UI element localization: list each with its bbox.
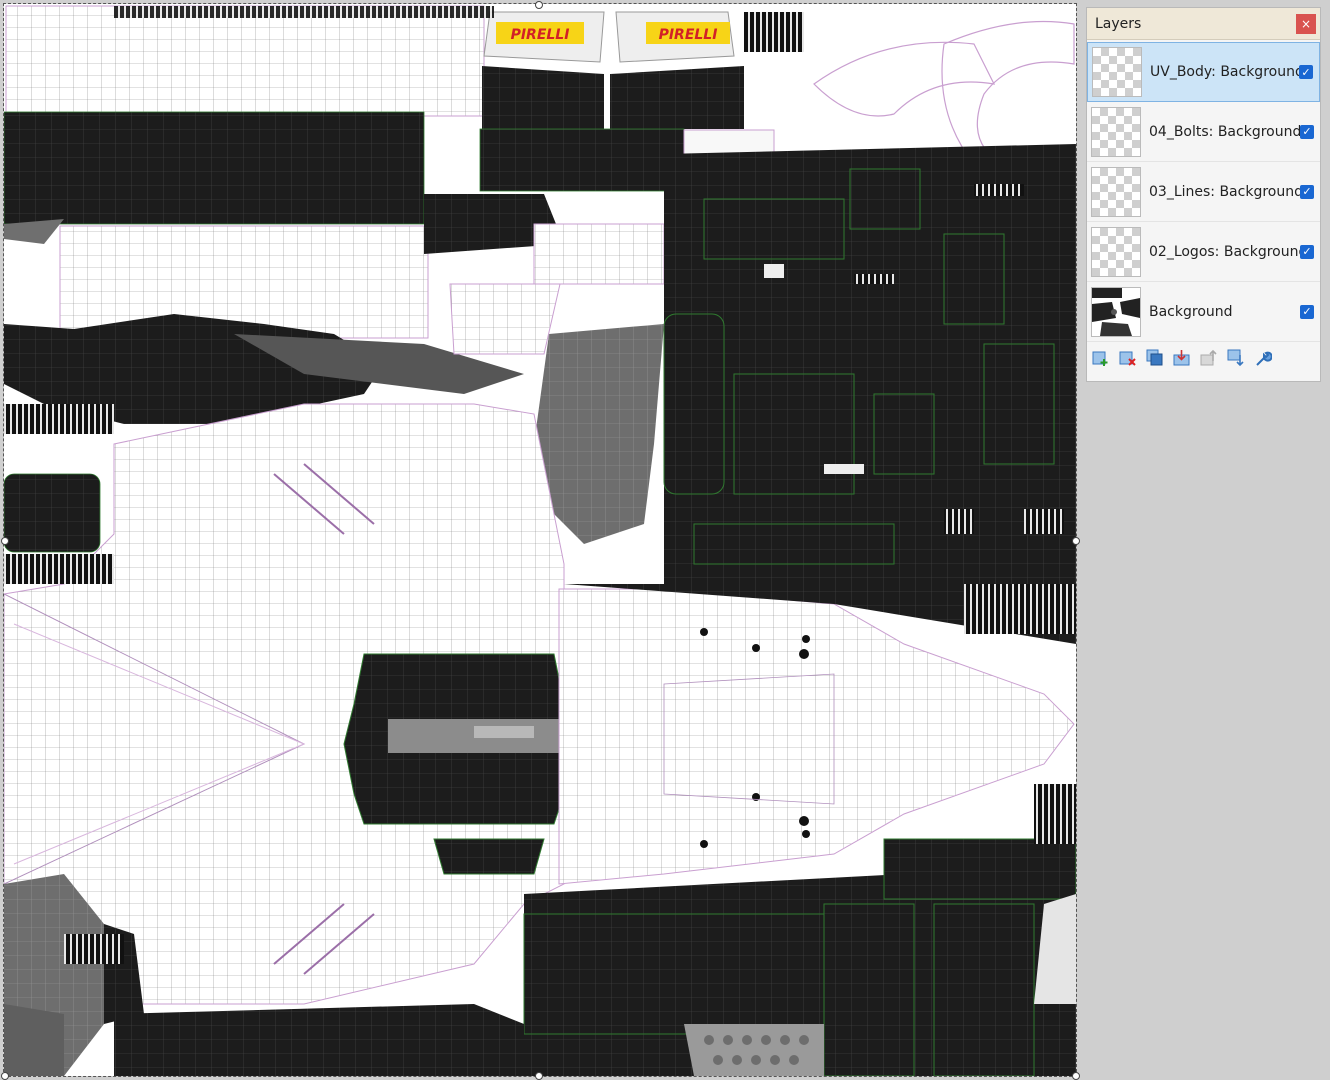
layers-toolbar	[1087, 342, 1320, 373]
layer-properties-icon[interactable]	[1253, 348, 1272, 367]
layer-visibility-checkbox[interactable]: ✓	[1300, 244, 1314, 259]
layer-list: UV_Body: Background ✓ 04_Bolts: Backgrou…	[1087, 40, 1320, 342]
layer-row-logos[interactable]: 02_Logos: Background ✓	[1087, 222, 1320, 282]
delete-layer-icon[interactable]	[1118, 348, 1137, 367]
layer-name: UV_Body: Background	[1150, 64, 1299, 80]
selection-handle-bottom[interactable]	[535, 1072, 543, 1080]
layer-visibility-checkbox[interactable]: ✓	[1300, 304, 1314, 319]
duplicate-layer-icon[interactable]	[1145, 348, 1164, 367]
selection-handle-right[interactable]	[1072, 537, 1080, 545]
move-layer-up-icon[interactable]	[1199, 348, 1218, 367]
pirelli-logo-right: PIRELLI	[615, 11, 735, 63]
layers-panel-title: Layers	[1095, 15, 1142, 32]
selection-handle-bottom-left[interactable]	[1, 1072, 9, 1080]
layer-row-bolts[interactable]: 04_Bolts: Background ✓	[1087, 102, 1320, 162]
svg-text:PIRELLI: PIRELLI	[659, 27, 718, 43]
layer-thumbnail	[1092, 47, 1142, 97]
image-canvas[interactable]: PIRELLI PIRELLI	[3, 3, 1077, 1077]
close-panel-button[interactable]: ×	[1296, 13, 1316, 34]
layer-visibility-checkbox[interactable]: ✓	[1299, 65, 1313, 79]
uv-texture-map: PIRELLI PIRELLI	[4, 4, 1076, 1076]
layer-thumbnail	[1091, 106, 1141, 157]
selection-handle-bottom-right[interactable]	[1072, 1072, 1080, 1080]
add-layer-icon[interactable]	[1091, 348, 1110, 367]
layer-name: Background	[1149, 303, 1233, 320]
merge-layer-down-icon[interactable]	[1172, 348, 1191, 367]
layer-name: 02_Logos: Background	[1149, 243, 1300, 260]
layer-thumbnail	[1091, 226, 1141, 277]
pirelli-logo-left: PIRELLI	[483, 11, 605, 63]
selection-handle-top[interactable]	[535, 1, 543, 9]
layer-name: 03_Lines: Background	[1149, 183, 1300, 200]
layers-panel-header: Layers ×	[1087, 8, 1320, 40]
selection-handle-left[interactable]	[1, 537, 9, 545]
svg-text:PIRELLI: PIRELLI	[511, 27, 570, 43]
layer-thumbnail	[1091, 166, 1141, 217]
layer-row-lines[interactable]: 03_Lines: Background ✓	[1087, 162, 1320, 222]
layer-name: 04_Bolts: Background	[1149, 123, 1300, 140]
layer-row-uv-body[interactable]: UV_Body: Background ✓	[1087, 42, 1320, 102]
layer-row-background[interactable]: Background ✓	[1087, 282, 1320, 342]
layer-visibility-checkbox[interactable]: ✓	[1300, 124, 1314, 139]
layer-thumbnail	[1091, 286, 1141, 337]
move-layer-down-icon[interactable]	[1226, 348, 1245, 367]
layer-visibility-checkbox[interactable]: ✓	[1300, 184, 1314, 199]
layers-panel: Layers × UV_Body: Background ✓ 04_Bolts:…	[1086, 7, 1321, 382]
